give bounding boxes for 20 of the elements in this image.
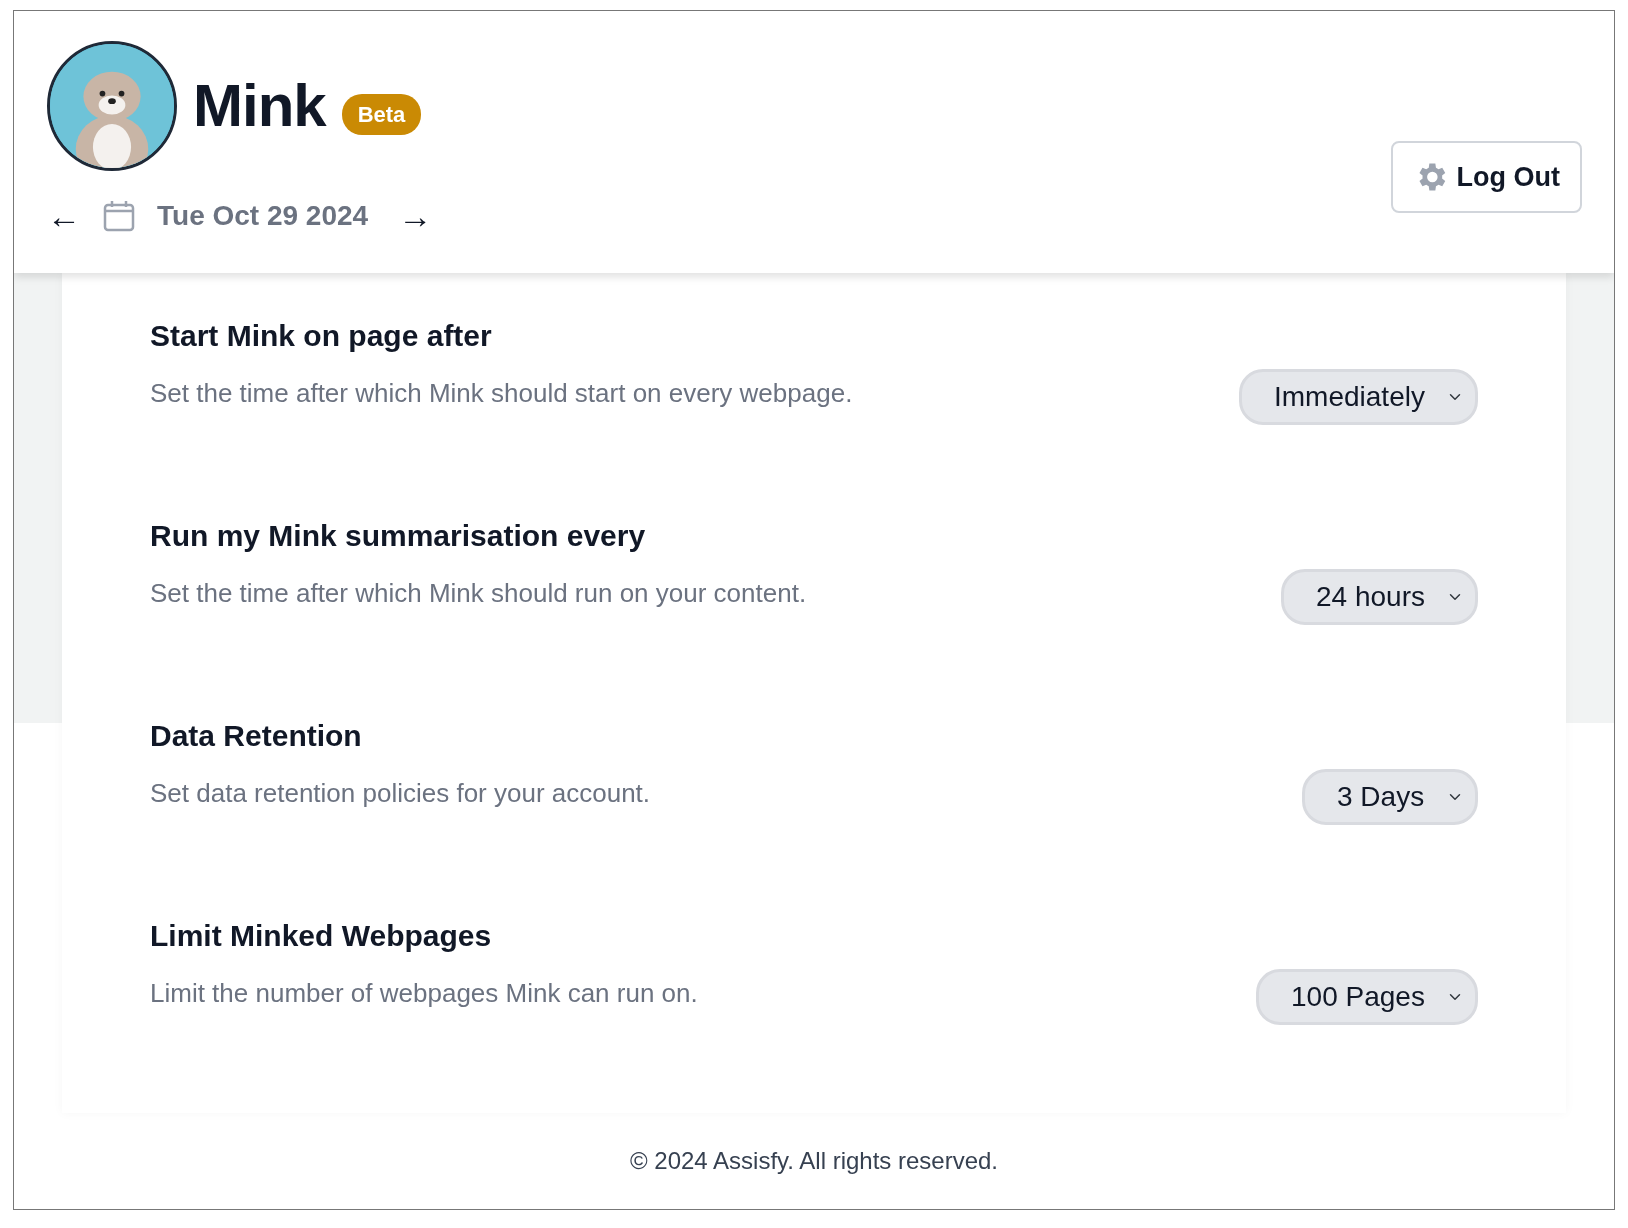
setting-dropdown[interactable]: 3 Days xyxy=(1302,769,1478,826)
copyright-text: © 2024 Assisfy. All rights reserved. xyxy=(629,1146,999,1177)
setting-dropdown[interactable]: Immediately xyxy=(1239,369,1478,426)
setting-description: Set data retention policies for your account. xyxy=(150,777,651,811)
setting-title: Limit Minked Webpages xyxy=(150,918,493,955)
log-out-button[interactable]: Log Out xyxy=(1390,141,1582,213)
setting-dropdown[interactable]: 100 Pages xyxy=(1256,969,1478,1026)
calendar-icon xyxy=(103,200,135,232)
setting-description: Limit the number of webpages Mink can run on. xyxy=(150,977,698,1011)
app-name: Mink xyxy=(193,71,326,141)
current-date: Tue Oct 29 2024 xyxy=(157,199,369,233)
setting-title: Run my Mink summarisation every xyxy=(150,518,647,555)
setting-description: Set the time after which Mink should start on every webpage. xyxy=(150,377,853,411)
setting-title: Data Retention xyxy=(150,718,363,755)
setting-description: Set the time after which Mink should run on your content. xyxy=(150,577,807,611)
previous-day-arrow[interactable]: ← xyxy=(47,199,81,233)
setting-title: Start Mink on page after xyxy=(150,318,493,355)
beta-badge: Beta xyxy=(341,93,422,135)
setting-dropdown[interactable]: 24 hours xyxy=(1281,569,1478,626)
next-day-arrow[interactable]: → xyxy=(398,199,433,233)
